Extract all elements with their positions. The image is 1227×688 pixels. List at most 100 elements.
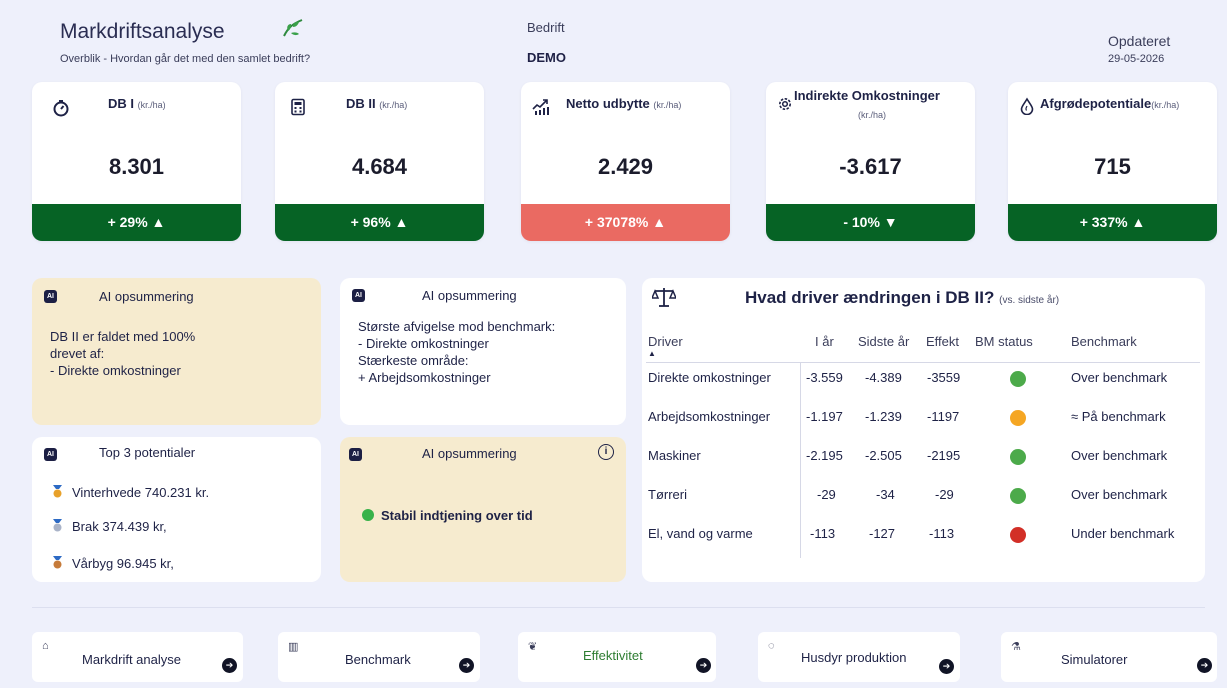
- table-cell: Over benchmark: [1071, 448, 1168, 463]
- card-title: AI opsummering: [422, 288, 517, 303]
- ai-chip-icon: AI: [44, 290, 57, 303]
- section-divider: [32, 607, 1205, 608]
- table-row: Tørreri: [648, 487, 687, 502]
- kpi-title: Netto udbytte (kr./ha): [566, 96, 682, 111]
- table-cell: -113: [929, 526, 955, 541]
- ai-chip-icon: AI: [44, 448, 57, 461]
- table-cell: -1.197: [806, 409, 843, 424]
- table-row: Direkte omkostninger: [648, 370, 771, 385]
- nav-button-husdyr-produktion[interactable]: ◌ Husdyr produktion ➔: [758, 632, 960, 682]
- column-divider: [800, 362, 801, 558]
- ai-summary-card-2: AI AI opsummering Største afvigelse mod …: [340, 278, 626, 425]
- nav-button-markdrift-analyse[interactable]: ⌂ Markdrift analyse ➔: [32, 632, 243, 682]
- leaf-icon: ❦: [528, 641, 538, 653]
- gear-icon: [779, 98, 791, 110]
- bar-chart-icon: ▥: [288, 641, 299, 653]
- bronze-medal-icon: [53, 556, 62, 569]
- nav-label: Effektivitet: [583, 648, 643, 663]
- nav-button-effektivitet[interactable]: ❦ Effektivitet ➔: [518, 632, 716, 682]
- ai-summary-text: DB II er faldet med 100% drevet af: - Di…: [50, 329, 196, 378]
- drop-icon: [1020, 97, 1034, 115]
- kpi-value: 8.301: [108, 154, 165, 179]
- column-header-this-year[interactable]: I år: [815, 334, 834, 349]
- nav-button-benchmark[interactable]: ▥ Benchmark ➔: [278, 632, 480, 682]
- ai-summary-card-1: AI AI opsummering DB II er faldet med 10…: [32, 278, 321, 425]
- nav-label: Husdyr produktion: [801, 650, 907, 665]
- kpi-title: DB II (kr./ha): [346, 96, 408, 111]
- kpi-value: 4.684: [351, 154, 408, 179]
- kpi-card-afgroedepotentiale[interactable]: Afgrødepotentiale(kr./ha) 715 + 337% ▲: [1008, 82, 1217, 241]
- ai-summary-text: Største afvigelse mod benchmark: - Direk…: [358, 319, 556, 385]
- table-divider: [646, 362, 1200, 363]
- kpi-value: 715: [1094, 154, 1131, 179]
- kpi-change-badge: + 337% ▲: [1008, 204, 1217, 241]
- card-title: Top 3 potentialer: [99, 445, 196, 460]
- table-cell: -1.239: [865, 409, 902, 424]
- status-dot: [1010, 410, 1026, 426]
- column-header-effect[interactable]: Effekt: [926, 334, 959, 349]
- top-potentials-card: AI Top 3 potentialer Vinterhvede 740.231…: [32, 437, 321, 582]
- table-cell: -127: [869, 526, 896, 541]
- table-cell: -3.559: [806, 370, 843, 385]
- table-row: Arbejdsomkostninger: [648, 409, 771, 424]
- kpi-card-netto-udbytte[interactable]: Netto udbytte (kr./ha) 2.429 + 37078% ▲: [521, 82, 730, 241]
- status-dot: [1010, 449, 1026, 465]
- info-icon[interactable]: i: [598, 444, 614, 460]
- status-dot: [1010, 488, 1026, 504]
- balance-scale-icon: [652, 288, 676, 307]
- calculator-icon: [291, 98, 305, 116]
- arrow-right-icon: ➔: [222, 658, 237, 673]
- column-header-driver[interactable]: Driver: [648, 334, 683, 349]
- updated-date: 29-05-2026: [1108, 53, 1165, 65]
- column-header-last-year[interactable]: Sidste år: [858, 334, 909, 349]
- company-value: DEMO: [527, 50, 566, 65]
- column-header-benchmark[interactable]: Benchmark: [1071, 334, 1137, 349]
- page-title: Markdriftsanalyse: [60, 20, 225, 43]
- card-title: AI opsummering: [99, 289, 194, 304]
- table-cell: Under benchmark: [1071, 526, 1175, 541]
- arrow-right-icon: ➔: [939, 659, 954, 674]
- table-cell: -29: [935, 487, 954, 502]
- kpi-value: 2.429: [597, 154, 654, 179]
- potential-item: Vinterhvede 740.231 kr.: [52, 485, 209, 500]
- gold-medal-icon: [53, 485, 62, 498]
- driver-table-title: Hvad driver ændringen i DB II? (vs. sids…: [745, 288, 1060, 307]
- kpi-title: Afgrødepotentiale(kr./ha): [1040, 96, 1180, 111]
- table-cell: -2.195: [806, 448, 843, 463]
- table-cell: -3559: [927, 370, 961, 385]
- kpi-card-db2[interactable]: DB II (kr./ha) 4.684 + 96% ▲: [275, 82, 484, 241]
- kpi-title: Indirekte Omkostninger: [794, 88, 940, 103]
- sort-ascending-icon[interactable]: ▲: [648, 349, 656, 358]
- kpi-change-badge: + 96% ▲: [275, 204, 484, 241]
- stopwatch-icon: [53, 100, 69, 117]
- page-subtitle: Overblik - Hvordan går det med den samle…: [60, 53, 311, 65]
- silver-medal-icon: [53, 519, 62, 532]
- potential-item: Brak 374.439 kr,: [52, 519, 167, 534]
- kpi-value: -3.617: [839, 154, 902, 179]
- table-cell: Over benchmark: [1071, 370, 1168, 385]
- growth-chart-icon: [532, 99, 549, 115]
- table-row: El, vand og varme: [648, 526, 753, 541]
- kpi-change-badge: + 29% ▲: [32, 204, 241, 241]
- ai-chip-icon: AI: [352, 289, 365, 302]
- column-header-bm-status[interactable]: BM status: [975, 334, 1033, 349]
- nav-button-simulatorer[interactable]: ⚗ Simulatorer ➔: [1001, 632, 1217, 682]
- arrow-right-icon: ➔: [1197, 658, 1212, 673]
- card-title: AI opsummering: [422, 446, 517, 461]
- plant-logo-icon: [282, 18, 304, 43]
- chat-icon: ◌: [768, 640, 775, 652]
- table-cell: -2.505: [865, 448, 902, 463]
- kpi-card-indirekte-omkostninger[interactable]: Indirekte Omkostninger (kr./ha) -3.617 -…: [766, 82, 975, 241]
- kpi-card-db1[interactable]: DB I (kr./ha) 8.301 + 29% ▲: [32, 82, 241, 241]
- status-dot: [1010, 371, 1026, 387]
- ai-summary-card-3: AI AI opsummering i Stabil indtjening ov…: [340, 437, 626, 582]
- potential-item: Vårbyg 96.945 kr,: [52, 556, 174, 571]
- table-cell: -113: [810, 526, 836, 541]
- table-cell: Over benchmark: [1071, 487, 1168, 502]
- table-cell: -2195: [927, 448, 961, 463]
- company-label: Bedrift: [527, 20, 565, 35]
- arrow-right-icon: ➔: [696, 658, 711, 673]
- kpi-unit: (kr./ha): [858, 110, 887, 120]
- table-cell: -1197: [927, 409, 960, 424]
- status-dot: [362, 509, 374, 521]
